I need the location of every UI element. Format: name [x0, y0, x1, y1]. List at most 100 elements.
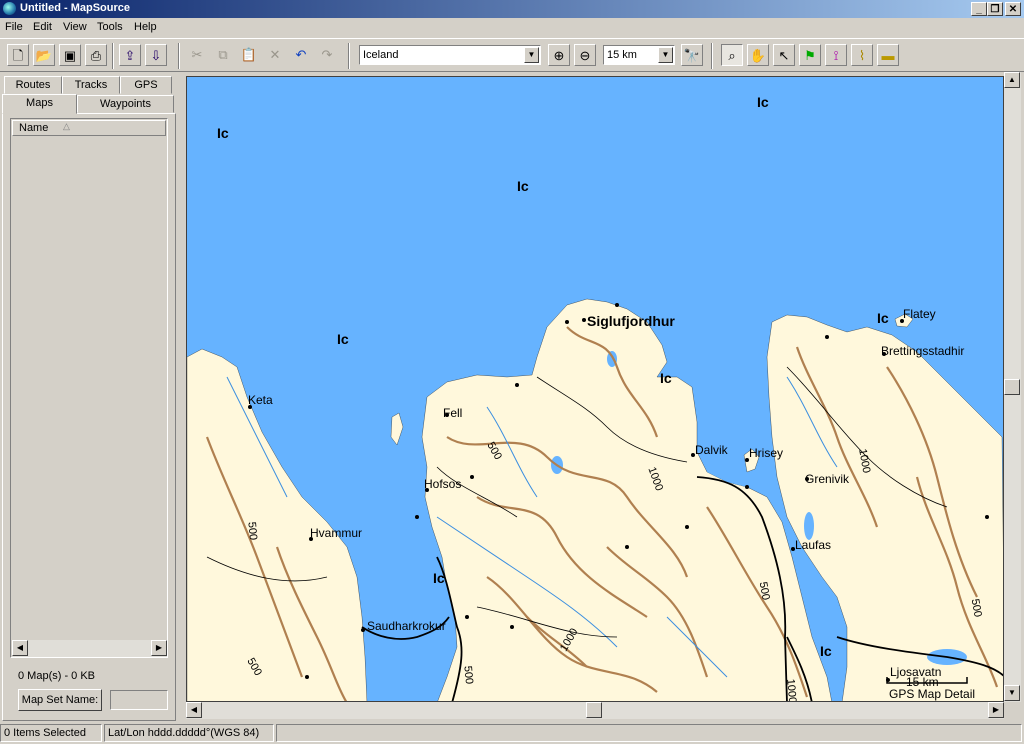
map-detail-label: GPS Map Detail — [887, 687, 978, 701]
toolbar-separator — [711, 43, 713, 69]
save-button[interactable]: ▣ — [59, 44, 81, 66]
zoom-out-icon: ⊖ — [579, 48, 591, 63]
select-tool-button[interactable]: ↖ — [773, 44, 795, 66]
undo-icon: ↶ — [295, 47, 307, 62]
paste-button[interactable]: 📋 — [238, 44, 260, 66]
contour-label: 500 — [245, 521, 259, 541]
minimize-button[interactable]: _ — [971, 2, 987, 16]
tab-tracks[interactable]: Tracks — [62, 76, 120, 94]
send-to-device-icon: ⇩ — [150, 48, 162, 63]
place-label[interactable]: Dalvik — [695, 443, 728, 457]
copy-button[interactable]: ⧉ — [212, 44, 234, 66]
distance-tool-button[interactable]: ▬ — [877, 44, 899, 66]
maximize-button[interactable]: ❐ — [987, 2, 1003, 16]
delete-icon: ✕ — [269, 47, 281, 62]
copy-icon: ⧉ — [218, 47, 228, 62]
title-bar: Untitled - MapSource _ ❐ ✕ — [0, 0, 1024, 18]
zoom-out-button[interactable]: ⊖ — [574, 44, 596, 66]
waypoint-tool-button[interactable]: ⚑ — [799, 44, 821, 66]
place-label[interactable]: Keta — [248, 393, 273, 407]
status-empty — [276, 724, 1022, 742]
zoom-tool-button[interactable]: ⌕ — [721, 44, 743, 66]
map-vertical-scrollbar[interactable]: ▲ ▼ — [1004, 72, 1021, 702]
menu-file[interactable]: File — [5, 21, 23, 33]
place-label[interactable]: Siglufjordhur — [587, 313, 675, 329]
ice-label: Ic — [217, 125, 229, 141]
place-label[interactable]: Grenivik — [805, 472, 849, 486]
tab-routes[interactable]: Routes — [4, 76, 62, 94]
vertical-scroll-thumb[interactable] — [1004, 379, 1020, 395]
map-set-name-field[interactable] — [110, 690, 168, 710]
redo-button[interactable]: ↷ — [316, 44, 338, 66]
map-set-name-button[interactable]: Map Set Name: — [18, 689, 102, 711]
window-title: Untitled - MapSource — [20, 2, 131, 14]
mapsource-globe-icon — [3, 2, 16, 15]
selection-status: 0 Items Selected — [0, 724, 102, 742]
place-label[interactable]: Hvammur — [310, 526, 362, 540]
ice-label: Ic — [757, 94, 769, 110]
status-bar: 0 Items Selected Lat/Lon hddd.ddddd°(WGS… — [0, 722, 1024, 744]
place-label[interactable]: Brettingsstadhir — [881, 344, 964, 358]
maps-summary: 0 Map(s) - 0 KB — [18, 670, 96, 682]
scroll-down-icon[interactable]: ▼ — [1004, 685, 1020, 701]
menu-tools[interactable]: Tools — [97, 21, 123, 33]
send-to-device-button[interactable]: ⇩ — [145, 44, 167, 66]
distance-tool-icon: ▬ — [881, 48, 895, 63]
receive-from-device-button[interactable]: ⇪ — [119, 44, 141, 66]
close-button[interactable]: ✕ — [1005, 2, 1021, 16]
map-pane: Siglufjordhur Flatey Brettingsstadhir Ke… — [182, 72, 1024, 722]
zoom-in-button[interactable]: ⊕ — [548, 44, 570, 66]
undo-button[interactable]: ↶ — [290, 44, 312, 66]
scroll-left-icon[interactable]: ◀ — [12, 640, 28, 656]
ice-label: Ic — [517, 178, 529, 194]
place-label[interactable]: Flatey — [903, 307, 936, 321]
menu-view[interactable]: View — [63, 21, 87, 33]
chevron-down-icon[interactable]: ▼ — [658, 47, 673, 63]
new-button[interactable]: 🗋 — [7, 44, 29, 66]
region-select-value: Iceland — [363, 49, 399, 61]
tab-maps[interactable]: Maps — [2, 94, 77, 114]
track-tool-button[interactable]: ⌇ — [851, 44, 873, 66]
toolbar-separator — [348, 43, 350, 69]
zoom-scale-select[interactable]: 15 km ▼ — [603, 45, 675, 65]
zoom-in-icon: ⊕ — [553, 48, 565, 63]
region-select[interactable]: Iceland ▼ — [359, 45, 541, 65]
tab-gps[interactable]: GPS — [120, 76, 172, 94]
print-button[interactable]: ⎙ — [85, 44, 107, 66]
map-drawing — [187, 298, 1003, 701]
map-canvas[interactable]: Siglufjordhur Flatey Brettingsstadhir Ke… — [186, 76, 1004, 702]
menu-edit[interactable]: Edit — [33, 21, 52, 33]
print-icon: ⎙ — [90, 48, 102, 63]
menu-help[interactable]: Help — [134, 21, 157, 33]
place-label[interactable]: Saudharkrokur — [367, 619, 446, 633]
menu-bar: File Edit View Tools Help — [0, 18, 1024, 38]
tab-waypoints[interactable]: Waypoints — [77, 95, 174, 113]
save-icon: ▣ — [63, 48, 77, 63]
hand-tool-button[interactable]: ✋ — [747, 44, 769, 66]
place-label[interactable]: Hofsos — [424, 477, 461, 491]
find-button[interactable]: 🔭 — [681, 44, 703, 66]
horizontal-scroll-thumb[interactable] — [586, 702, 602, 718]
scroll-left-icon[interactable]: ◀ — [186, 702, 202, 718]
contour-label: 1000 — [784, 678, 799, 702]
list-horizontal-scrollbar[interactable]: ◀ ▶ — [12, 640, 167, 657]
scroll-up-icon[interactable]: ▲ — [1004, 72, 1020, 88]
open-button[interactable]: 📂 — [33, 44, 55, 66]
chevron-down-icon[interactable]: ▼ — [524, 47, 539, 63]
receive-from-device-icon: ⇪ — [124, 48, 136, 63]
scroll-right-icon[interactable]: ▶ — [151, 640, 167, 656]
place-label[interactable]: Hrisey — [749, 446, 783, 460]
scroll-right-icon[interactable]: ▶ — [988, 702, 1004, 718]
cut-button[interactable]: ✂ — [186, 44, 208, 66]
track-tool-icon: ⌇ — [858, 48, 866, 63]
maps-list[interactable]: Name △ — [10, 118, 168, 658]
zoom-tool-icon: ⌕ — [728, 48, 736, 63]
place-label[interactable]: Laufas — [795, 538, 831, 552]
redo-icon: ↷ — [321, 47, 333, 62]
map-horizontal-scrollbar[interactable]: ◀ ▶ — [186, 702, 1004, 719]
name-column-header[interactable]: Name △ — [12, 120, 166, 136]
route-tool-button[interactable]: ⟟ — [825, 44, 847, 66]
contour-label: 500 — [461, 665, 475, 685]
delete-button[interactable]: ✕ — [264, 44, 286, 66]
place-label[interactable]: Fell — [443, 406, 462, 420]
